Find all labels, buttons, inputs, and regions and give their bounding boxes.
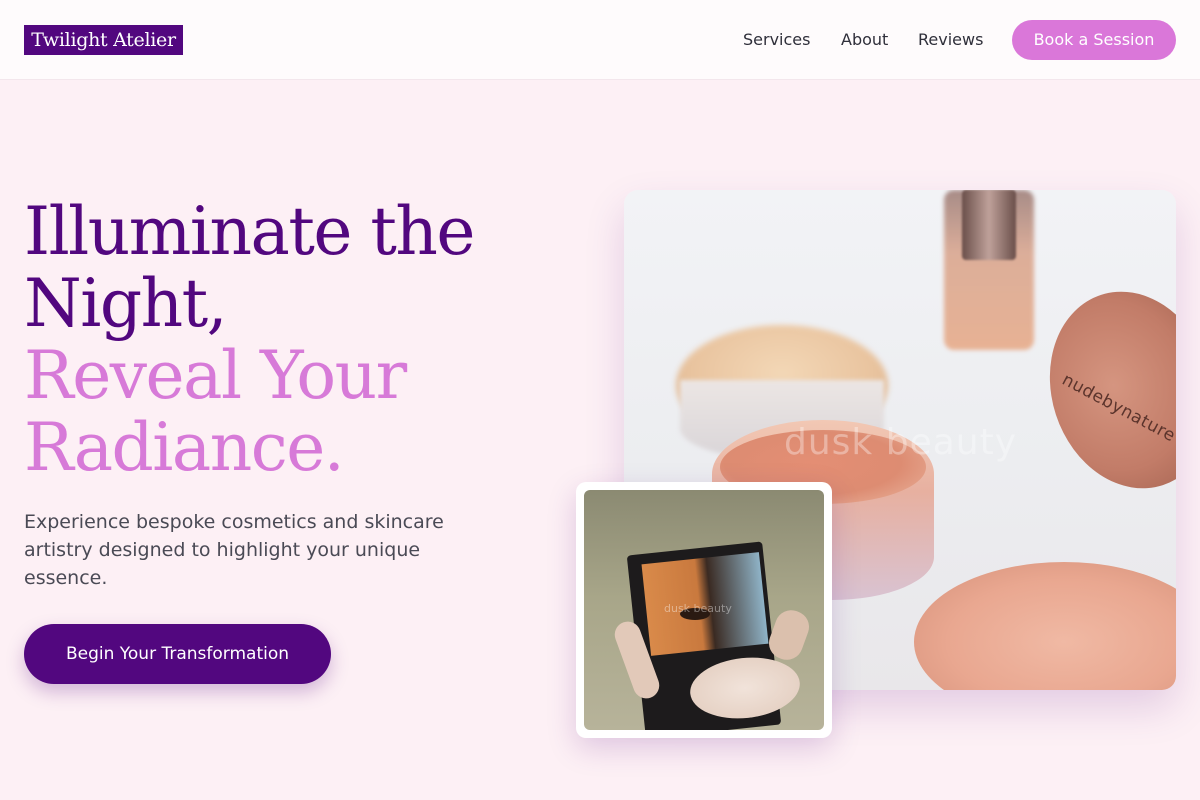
compact-mirror-photo: dusk beauty — [584, 490, 824, 730]
hero-title: Illuminate the Night, Reveal Your Radian… — [24, 196, 494, 484]
nav-link-services[interactable]: Services — [743, 30, 810, 50]
main-image-watermark: dusk beauty — [784, 422, 1018, 463]
hero-subtitle: Experience bespoke cosmetics and skincar… — [24, 511, 444, 589]
hero-title-accent-line-1: Reveal Your — [24, 337, 407, 414]
hero-title-line-1: Illuminate the — [24, 193, 476, 270]
nav-link-about[interactable]: About — [841, 30, 888, 50]
begin-transformation-button[interactable]: Begin Your Transformation — [24, 624, 331, 684]
logo[interactable]: Twilight Atelier — [24, 25, 183, 55]
site-header: Twilight Atelier Services About Reviews … — [0, 0, 1200, 80]
inset-image-watermark: dusk beauty — [664, 602, 732, 615]
nav-link-reviews[interactable]: Reviews — [918, 30, 983, 50]
inset-image-card: dusk beauty — [576, 482, 832, 738]
hero-title-accent-line-2: Radiance. — [24, 409, 345, 486]
jar-lid-bottom — [914, 562, 1176, 690]
book-session-button[interactable]: Book a Session — [1012, 20, 1176, 60]
hero-title-line-2: Night, — [24, 265, 228, 342]
foundation-bottle-cap — [962, 190, 1016, 260]
